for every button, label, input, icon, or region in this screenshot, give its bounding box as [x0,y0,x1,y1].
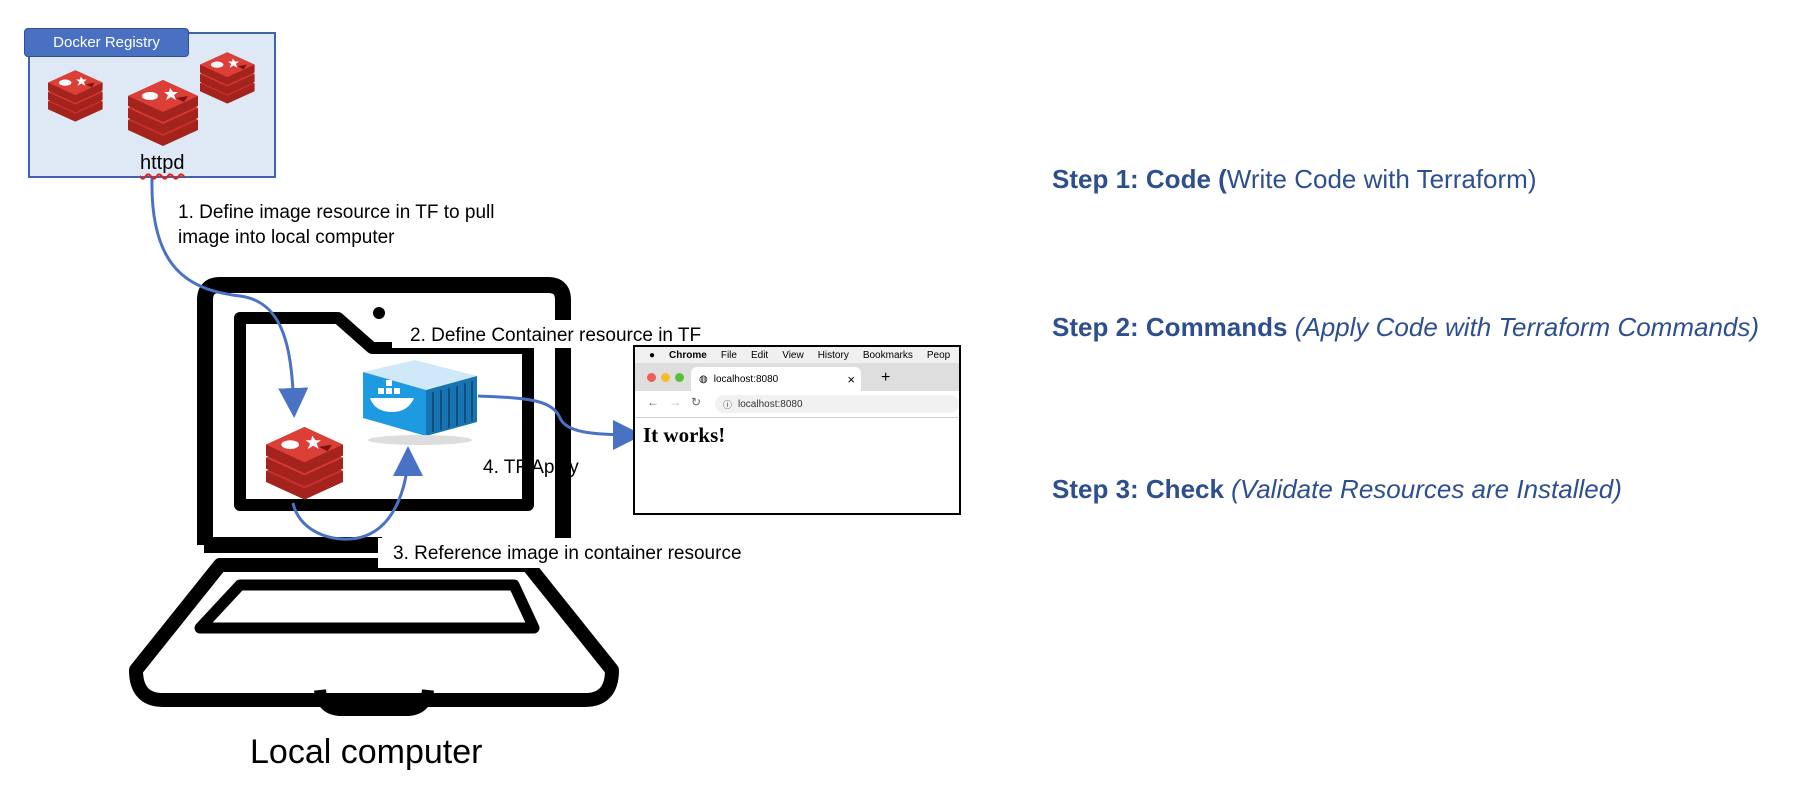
step-2-title: Step 2: Commands [1052,312,1288,342]
annotation-step1-line2: image into local computer [178,227,395,248]
back-icon[interactable]: ← [647,395,659,409]
forward-icon[interactable]: → [669,395,681,409]
reload-icon[interactable]: ↻ [691,395,701,409]
menu-file[interactable]: File [721,350,737,361]
docker-container-icon [363,360,477,445]
step-1: Step 1: Code (Write Code with Terraform) [1052,164,1536,195]
tab-close-icon[interactable]: × [847,372,855,387]
menu-history[interactable]: History [818,350,849,361]
annotation-step3: 3. Reference image in container resource [393,543,742,564]
menu-chrome[interactable]: Chrome [669,350,707,361]
local-computer-label: Local computer [250,733,483,771]
tab-title: localhost:8080 [713,373,779,385]
apple-icon: ● [649,349,656,361]
redis-icon [128,80,198,146]
step-3-title: Step 3: Check [1052,474,1224,504]
redis-icon [48,70,103,122]
menu-people[interactable]: Peop [927,350,950,361]
info-icon: ⓘ [723,399,733,410]
laptop-icon [129,277,619,716]
step-3-desc: (Validate Resources are Installed) [1223,474,1622,504]
close-window-icon[interactable] [647,373,656,382]
annotation-step1: 1. Define image resource in TF to pull i… [178,200,494,250]
annotation-step1-line1: 1. Define image resource in TF to pull [178,202,495,223]
menu-edit[interactable]: Edit [751,350,768,361]
address-bar[interactable]: ⓘ localhost:8080 [715,395,959,413]
menu-bookmarks[interactable]: Bookmarks [863,350,913,361]
step-1-title: Step 1: Code ( [1052,164,1227,194]
annotation-step4: 4. TF Apply [483,457,579,478]
new-tab-icon[interactable]: + [881,369,890,387]
step-2-desc: (Apply Code with Terraform Commands) [1287,312,1760,342]
maximize-window-icon[interactable] [675,373,684,382]
step-3: Step 3: Check (Validate Resources are In… [1052,474,1622,505]
globe-icon: ◍ [699,373,708,385]
step-1-desc: Write Code with Terraform) [1226,164,1537,194]
browser-tabbar: ◍ localhost:8080 × + [635,363,959,391]
redis-icon [200,52,255,104]
browser-tab[interactable]: ◍ localhost:8080 × [691,367,861,391]
browser-menubar: ● Chrome File Edit View History Bookmark… [635,347,959,363]
browser-navbar: ← → ↻ ⓘ localhost:8080 [635,391,959,418]
minimize-window-icon[interactable] [661,373,670,382]
redis-icon [266,427,343,500]
browser-window: ● Chrome File Edit View History Bookmark… [633,345,961,515]
page-content: It works! [643,423,726,447]
menu-view[interactable]: View [782,350,804,361]
step-2: Step 2: Commands (Apply Code with Terraf… [1052,312,1759,343]
url-text: localhost:8080 [738,398,803,410]
registry-image-label: httpd [140,152,185,174]
